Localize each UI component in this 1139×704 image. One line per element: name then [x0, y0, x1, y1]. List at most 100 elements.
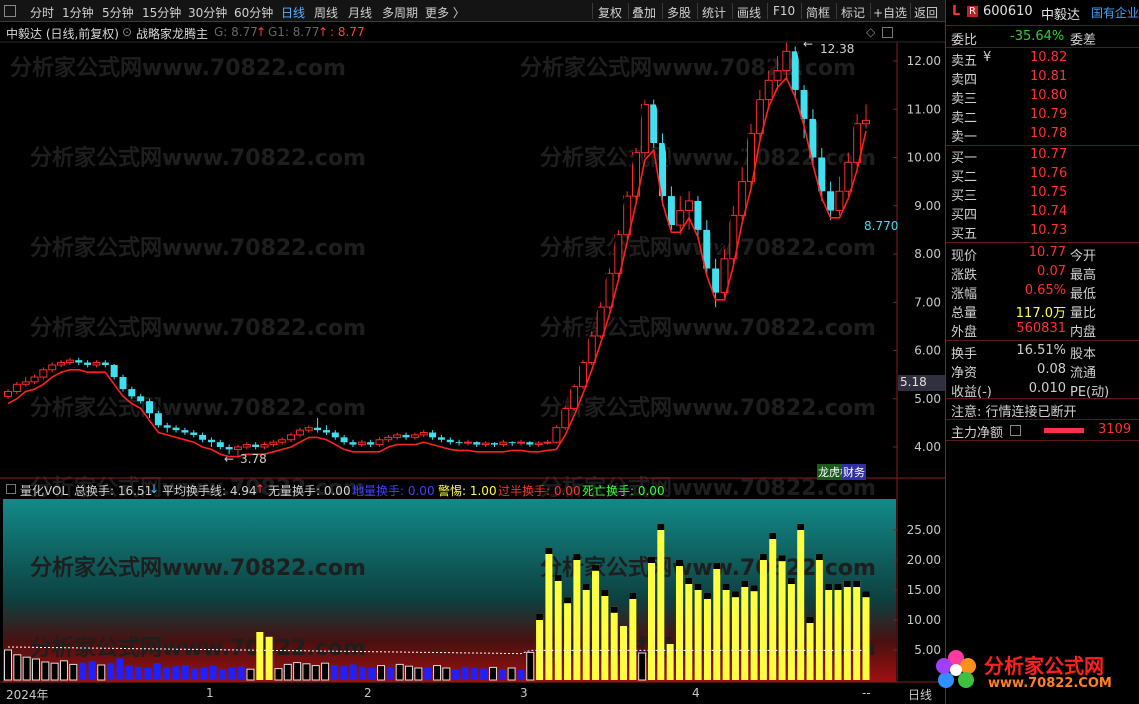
- stat2-row: 收益(-) 0.010 PE(动): [946, 380, 1139, 400]
- bid-label: 买一: [951, 151, 978, 166]
- vol-tick: 25.00: [907, 523, 941, 537]
- volume-bar-cap: [853, 581, 861, 587]
- volume-bar-cap: [564, 597, 572, 604]
- bid-label: 买四: [951, 208, 978, 223]
- volume-bar: [433, 665, 441, 681]
- volume-bar: [59, 660, 68, 681]
- candle-body: [543, 441, 552, 444]
- high-arrow-icon: ←: [803, 37, 814, 51]
- bid-price: 10.76: [1030, 166, 1068, 181]
- candle-body: [676, 210, 685, 226]
- logo-text: 分析家公式网: [984, 654, 1104, 678]
- main-net-label: 主力净额: [951, 426, 1004, 441]
- volume-bar-cap: [610, 606, 618, 613]
- stat-label2: 最高: [1070, 268, 1097, 283]
- bid-row[interactable]: 买一 10.77: [946, 146, 1139, 166]
- ask-row[interactable]: 卖一 10.78: [946, 125, 1139, 145]
- candle-body: [101, 362, 109, 365]
- vol-none: 无量换手: 0.00: [268, 484, 351, 498]
- time-label-3: 3: [520, 686, 528, 700]
- volume-bar-cap: [834, 584, 842, 590]
- vol-alert: 警惕: 1.00: [438, 484, 497, 498]
- volume-bar: [349, 664, 357, 680]
- candle-body: [437, 437, 445, 440]
- volume-header: 量化VOL 总换手: 16.51 ↓ 平均换手线: 4.94 ↑ 无量换手: 0…: [0, 480, 900, 498]
- price-tick: 11.00: [907, 102, 941, 116]
- candle-body: [835, 190, 844, 212]
- ask-row[interactable]: 卖五 ¥10.82: [946, 49, 1139, 69]
- volume-bar: [657, 524, 665, 680]
- volume-bar: [321, 662, 330, 681]
- bid-row[interactable]: 买四 10.74: [946, 203, 1139, 223]
- stat2-value: 0.010: [1028, 381, 1066, 396]
- stat-value: 10.77: [1028, 245, 1066, 260]
- candle-body: [650, 104, 658, 144]
- candle-body: [587, 335, 596, 364]
- time-dash: --: [862, 686, 871, 700]
- candle-body: [207, 439, 215, 443]
- ask-price: 10.82: [1030, 50, 1068, 65]
- volume-bar: [834, 584, 842, 680]
- webi-label: 委比: [951, 33, 978, 48]
- ask-flag: ¥: [983, 50, 992, 65]
- vol-total: 总换手: 16.51: [74, 484, 153, 498]
- finance-badge[interactable]: 财务: [842, 464, 866, 480]
- candle-body: [800, 89, 808, 119]
- candle-body: [367, 442, 375, 445]
- vol-tick: 20.00: [907, 553, 941, 567]
- volume-bar: [545, 548, 553, 680]
- watermark-text: 分析家公式网www.70822.com: [540, 555, 876, 581]
- candle-body: [552, 427, 561, 443]
- candle-body: [252, 444, 260, 447]
- volume-bar: [386, 667, 394, 680]
- volume-bar: [573, 554, 581, 680]
- volume-bar: [265, 636, 273, 680]
- volume-bar-cap: [703, 593, 711, 599]
- candle-body: [110, 364, 118, 378]
- watermark-text: 分析家公式网www.70822.com: [10, 55, 346, 81]
- bid-row[interactable]: 买三 10.75: [946, 184, 1139, 204]
- volume-bar: [648, 557, 655, 680]
- volume-bar-cap: [759, 554, 767, 560]
- volume-bar-cap: [731, 591, 739, 598]
- ask-row[interactable]: 卖四 10.81: [946, 68, 1139, 88]
- volume-bar: [107, 663, 115, 680]
- candle-body: [526, 442, 534, 445]
- bid-row[interactable]: 买五 10.73: [946, 222, 1139, 242]
- stat-label2: 最低: [1070, 287, 1097, 302]
- bid-label: 买二: [951, 170, 978, 185]
- ask-row[interactable]: 卖二 10.79: [946, 106, 1139, 126]
- stat-label2: 内盘: [1070, 325, 1097, 340]
- main-net-value: 3109: [1098, 422, 1132, 437]
- volume-bar: [470, 668, 478, 680]
- volume-bar: [311, 665, 320, 681]
- volume-bar: [181, 665, 189, 680]
- volume-bar: [144, 668, 152, 680]
- bid-row[interactable]: 买二 10.76: [946, 165, 1139, 185]
- candle-body: [429, 432, 437, 438]
- candle-body: [225, 447, 233, 450]
- candle-body: [764, 79, 773, 101]
- stock-tag[interactable]: 国有企业: [1091, 4, 1139, 21]
- table-icon[interactable]: [1010, 425, 1021, 436]
- volume-bar-cap: [750, 585, 758, 592]
- volume-bar-cap: [825, 584, 833, 590]
- candle-body: [561, 407, 570, 429]
- volume-bar: [629, 593, 637, 680]
- panel-icon[interactable]: [6, 484, 16, 494]
- main-chart[interactable]: 分析家公式网www.70822.com 分析家公式网www.70822.com 分析…: [0, 0, 945, 704]
- volume-bar-cap: [592, 564, 600, 571]
- candle-body: [667, 196, 675, 226]
- candle-body: [57, 362, 66, 366]
- watermark-text: 分析家公式网www.70822.com: [30, 315, 366, 341]
- candle-body: [357, 441, 366, 446]
- volume-bar: [368, 668, 376, 680]
- ask-row[interactable]: 卖三 10.80: [946, 87, 1139, 107]
- volume-bar: [4, 649, 12, 681]
- stat2-label2: 流通: [1070, 366, 1097, 381]
- candle-body: [570, 386, 579, 409]
- volume-bar-cap: [675, 560, 683, 566]
- stat-value: 117.0万: [1015, 306, 1066, 321]
- volume-bar: [153, 663, 161, 680]
- price-tick: 9.00: [914, 199, 941, 213]
